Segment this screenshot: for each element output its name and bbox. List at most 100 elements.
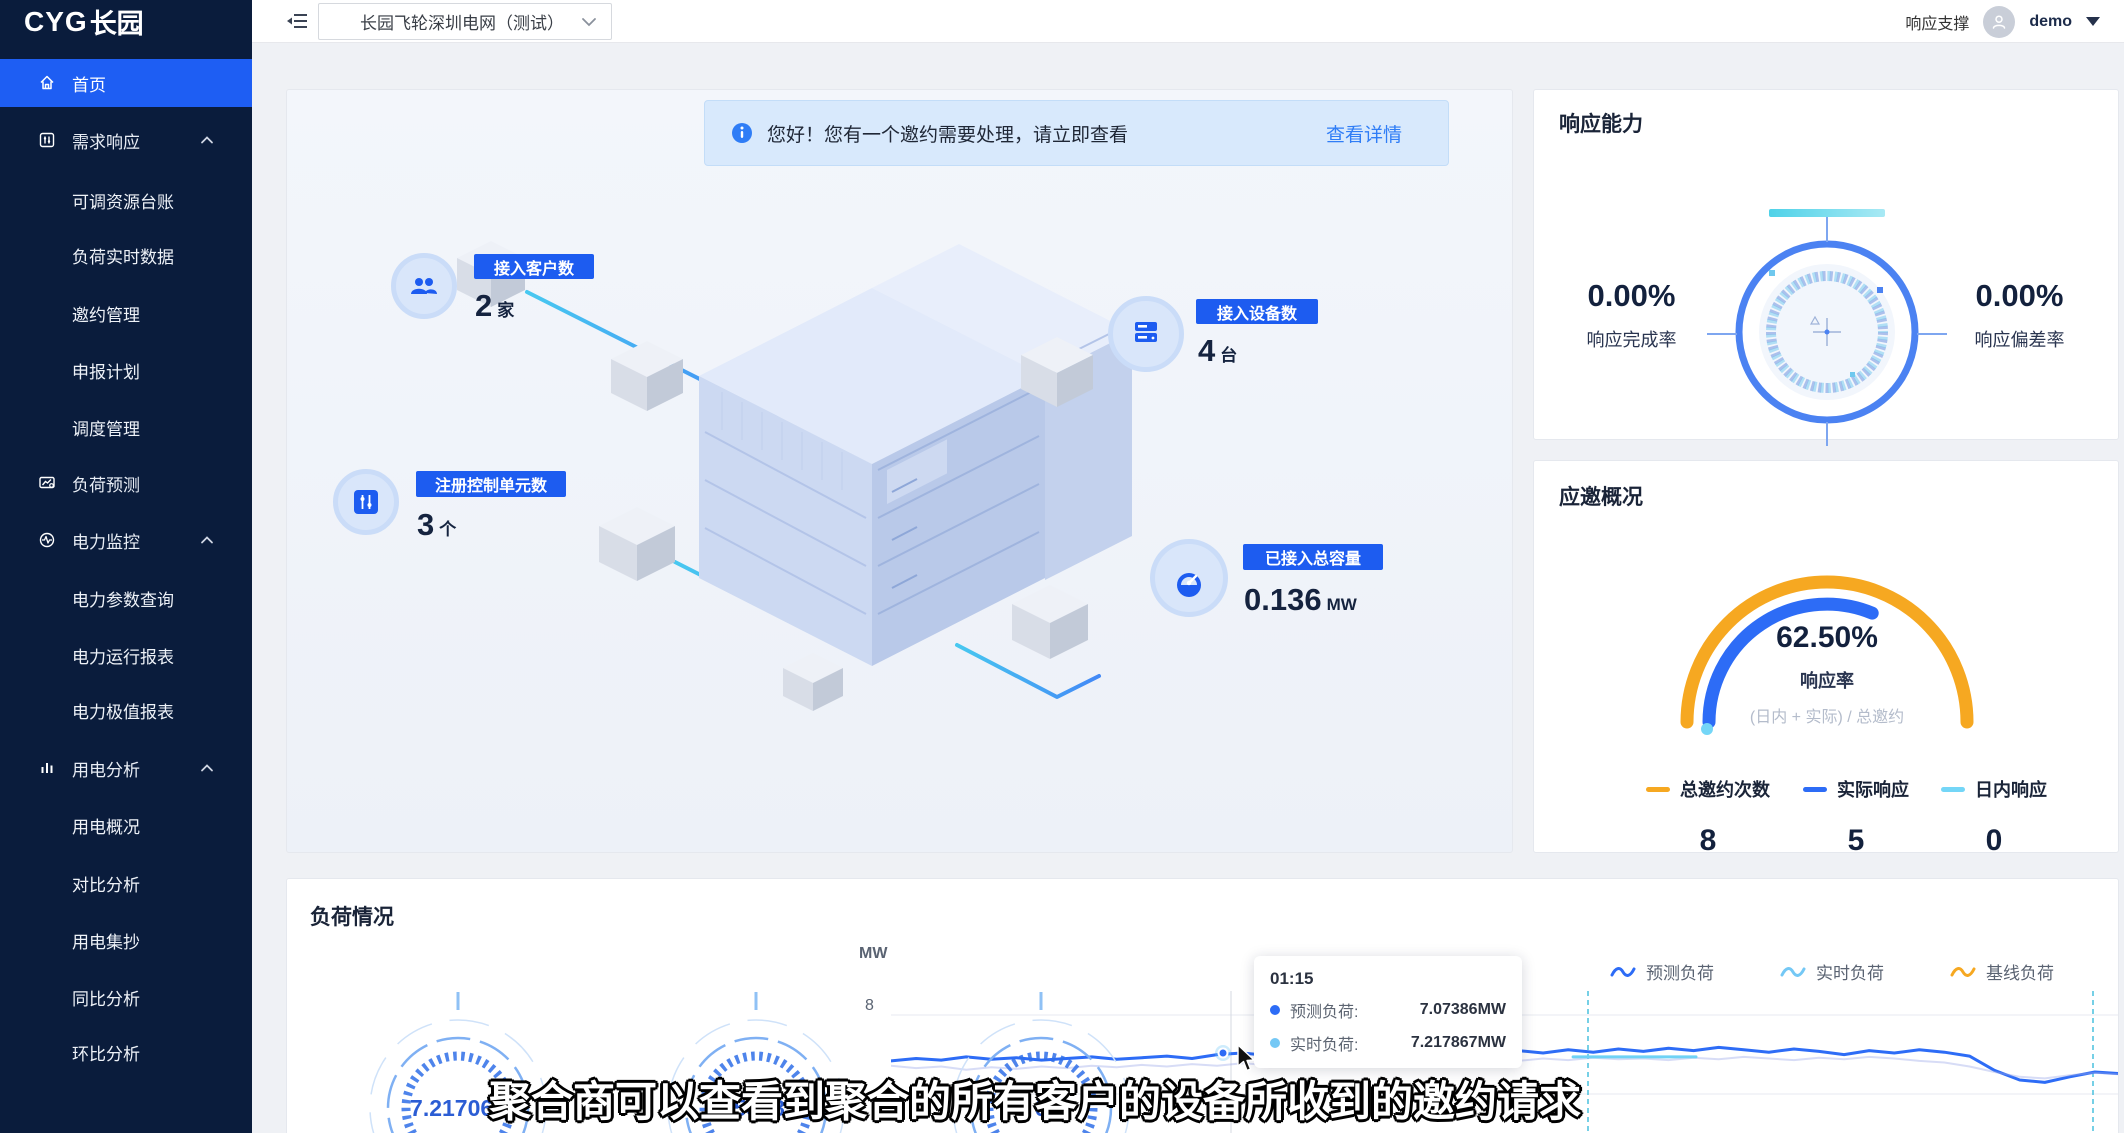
sliders-icon bbox=[38, 131, 56, 149]
brand-logo-cyg: CYG bbox=[24, 6, 88, 38]
panel-title: 负荷情况 bbox=[310, 901, 394, 931]
deviation-rate-stat: 0.00% 响应偏差率 bbox=[1962, 278, 2077, 352]
tooltip-label: 实时负荷: bbox=[1290, 1031, 1358, 1055]
username[interactable]: demo bbox=[2029, 13, 2072, 31]
blue-dot-icon bbox=[1270, 1005, 1280, 1015]
total-invites-stat: 总邀约次数 8 bbox=[1623, 776, 1793, 858]
wave-icon bbox=[1610, 965, 1636, 979]
y-axis-label: MW bbox=[859, 945, 887, 963]
sidebar-item-load-forecast[interactable]: 负荷预测 bbox=[0, 463, 252, 503]
sidebar-item-adjustable-resources[interactable]: 可调资源台账 bbox=[0, 180, 252, 220]
menu-fold-icon[interactable] bbox=[286, 11, 308, 31]
sidebar-item-label: 用电集抄 bbox=[72, 928, 140, 953]
notice-banner: 您好！您有一个邀约需要处理，请立即查看 查看详情 bbox=[704, 100, 1449, 166]
sidebar-item-label: 电力参数查询 bbox=[72, 586, 174, 611]
panel-title: 响应能力 bbox=[1559, 108, 1643, 138]
chevron-down-icon bbox=[581, 17, 597, 27]
brand-logo: CYG 长园 bbox=[0, 0, 252, 43]
legend-baseline-load[interactable]: 基线负荷 bbox=[1950, 959, 2054, 984]
total-invites-value: 8 bbox=[1623, 824, 1793, 858]
home-icon bbox=[38, 74, 56, 92]
control-units-stat-circle bbox=[333, 469, 399, 535]
sidebar-item-label: 电力监控 bbox=[72, 528, 140, 553]
sidebar-item-label: 调度管理 bbox=[72, 415, 140, 440]
devices-count: 4 bbox=[1198, 333, 1215, 369]
deviation-rate-value: 0.00% bbox=[1962, 278, 2077, 314]
invitation-overview-panel: 应邀概况 62.50% 响应率 (日内 + 实际) / 总邀约 总邀约次数 8 … bbox=[1533, 460, 2119, 853]
wave-icon bbox=[1780, 965, 1806, 979]
sidebar-item-label: 用电概况 bbox=[72, 813, 140, 838]
blue-legend-swatch bbox=[1803, 787, 1827, 792]
org-selector-value: 长园飞轮深圳电网（测试） bbox=[343, 9, 581, 34]
chevron-up-icon bbox=[200, 764, 214, 772]
sidebar-item-home[interactable]: 首页 bbox=[0, 59, 252, 107]
sidebar-item-label: 负荷实时数据 bbox=[72, 243, 174, 268]
overview-panel: 您好！您有一个邀约需要处理，请立即查看 查看详情 bbox=[286, 89, 1513, 853]
sidebar-item-declare-plan[interactable]: 申报计划 bbox=[0, 350, 252, 390]
tooltip-row-realtime: 实时负荷: 7.217867MW bbox=[1270, 1031, 1506, 1055]
sidebar-item-power-run-report[interactable]: 电力运行报表 bbox=[0, 635, 252, 675]
sidebar-item-dispatch-mgmt[interactable]: 调度管理 bbox=[0, 407, 252, 447]
intraday-response-stat: 日内响应 0 bbox=[1909, 776, 2079, 858]
sidebar-item-invitation-mgmt[interactable]: 邀约管理 bbox=[0, 293, 252, 333]
sidebar-item-label: 同比分析 bbox=[72, 985, 140, 1010]
chevron-up-icon bbox=[200, 536, 214, 544]
sidebar-item-label: 可调资源台账 bbox=[72, 188, 174, 213]
video-subtitle: 聚合商可以查看到聚合的所有客户的设备所收到的邀约请求 bbox=[489, 1068, 1581, 1129]
chart-legend: 预测负荷 实时负荷 基线负荷 bbox=[1610, 959, 2054, 984]
legend-label: 实时负荷 bbox=[1816, 959, 1884, 984]
tooltip-value: 7.217867MW bbox=[1411, 1034, 1506, 1052]
sidebar-item-power-params[interactable]: 电力参数查询 bbox=[0, 578, 252, 618]
wave-icon bbox=[1950, 965, 1976, 979]
total-invites-label: 总邀约次数 bbox=[1680, 776, 1770, 802]
legend-realtime-load[interactable]: 实时负荷 bbox=[1780, 959, 1884, 984]
sidebar-item-mom-analysis[interactable]: 环比分析 bbox=[0, 1032, 252, 1072]
intraday-response-value: 0 bbox=[1909, 824, 2079, 858]
legend-forecast-load[interactable]: 预测负荷 bbox=[1610, 959, 1714, 984]
panel-title: 应邀概况 bbox=[1559, 481, 1643, 511]
completion-rate-value: 0.00% bbox=[1574, 278, 1689, 314]
notice-text: 您好！您有一个邀约需要处理，请立即查看 bbox=[767, 120, 1128, 147]
orange-legend-swatch bbox=[1646, 787, 1670, 792]
speedometer-icon bbox=[1170, 559, 1208, 597]
sidebar-item-yoy-analysis[interactable]: 同比分析 bbox=[0, 977, 252, 1017]
sidebar-group-power-monitor[interactable]: 电力监控 bbox=[0, 520, 252, 560]
devices-unit: 台 bbox=[1220, 341, 1237, 366]
legend-label: 基线负荷 bbox=[1986, 959, 2054, 984]
response-rate-label: 响应率 bbox=[1534, 667, 2120, 693]
org-selector-dropdown[interactable]: 长园飞轮深圳电网（测试） bbox=[318, 3, 612, 40]
devices-stat-value: 4 台 bbox=[1198, 333, 1237, 369]
sidebar-item-label: 环比分析 bbox=[72, 1040, 140, 1065]
sidebar-item-label: 用电分析 bbox=[72, 756, 140, 781]
legend-label: 预测负荷 bbox=[1646, 959, 1714, 984]
avatar[interactable] bbox=[1983, 6, 2015, 38]
control-units-count: 3 bbox=[417, 507, 434, 543]
sidebar-item-compare-analysis[interactable]: 对比分析 bbox=[0, 863, 252, 903]
forecast-chart-icon bbox=[38, 474, 56, 492]
devices-stat-circle bbox=[1108, 296, 1184, 372]
actual-response-label: 实际响应 bbox=[1837, 776, 1909, 802]
response-rate-formula: (日内 + 实际) / 总邀约 bbox=[1534, 703, 2120, 727]
view-details-link[interactable]: 查看详情 bbox=[1326, 120, 1402, 147]
sidebar-item-realtime-load[interactable]: 负荷实时数据 bbox=[0, 235, 252, 275]
bar-chart-icon bbox=[38, 759, 56, 777]
sidebar-item-usage-overview[interactable]: 用电概况 bbox=[0, 805, 252, 845]
sidebar-group-demand-response[interactable]: 需求响应 bbox=[0, 120, 252, 160]
chart-tooltip: 01:15 预测负荷: 7.07386MW 实时负荷: 7.217867MW bbox=[1254, 956, 1522, 1068]
completion-rate-label: 响应完成率 bbox=[1574, 326, 1689, 352]
control-units-stat-badge: 注册控制单元数 bbox=[416, 471, 566, 497]
sidebar-group-usage-analysis[interactable]: 用电分析 bbox=[0, 748, 252, 788]
cyan-dot-icon bbox=[1270, 1038, 1280, 1048]
sidebar-item-power-extreme-report[interactable]: 电力极值报表 bbox=[0, 690, 252, 730]
chevron-up-icon bbox=[200, 136, 214, 144]
deviation-rate-label: 响应偏差率 bbox=[1962, 326, 2077, 352]
control-units-stat-value: 3 个 bbox=[417, 507, 456, 543]
topbar-right: 响应支撑 demo bbox=[1905, 0, 2100, 43]
sidebar-item-meter-reading[interactable]: 用电集抄 bbox=[0, 920, 252, 960]
tooltip-row-forecast: 预测负荷: 7.07386MW bbox=[1270, 998, 1506, 1022]
support-link[interactable]: 响应支撑 bbox=[1905, 10, 1969, 34]
customers-count: 2 bbox=[475, 288, 492, 324]
tooltip-value: 7.07386MW bbox=[1420, 1001, 1506, 1019]
server-stack-icon bbox=[1128, 316, 1164, 352]
user-menu-caret-icon[interactable] bbox=[2086, 17, 2100, 26]
